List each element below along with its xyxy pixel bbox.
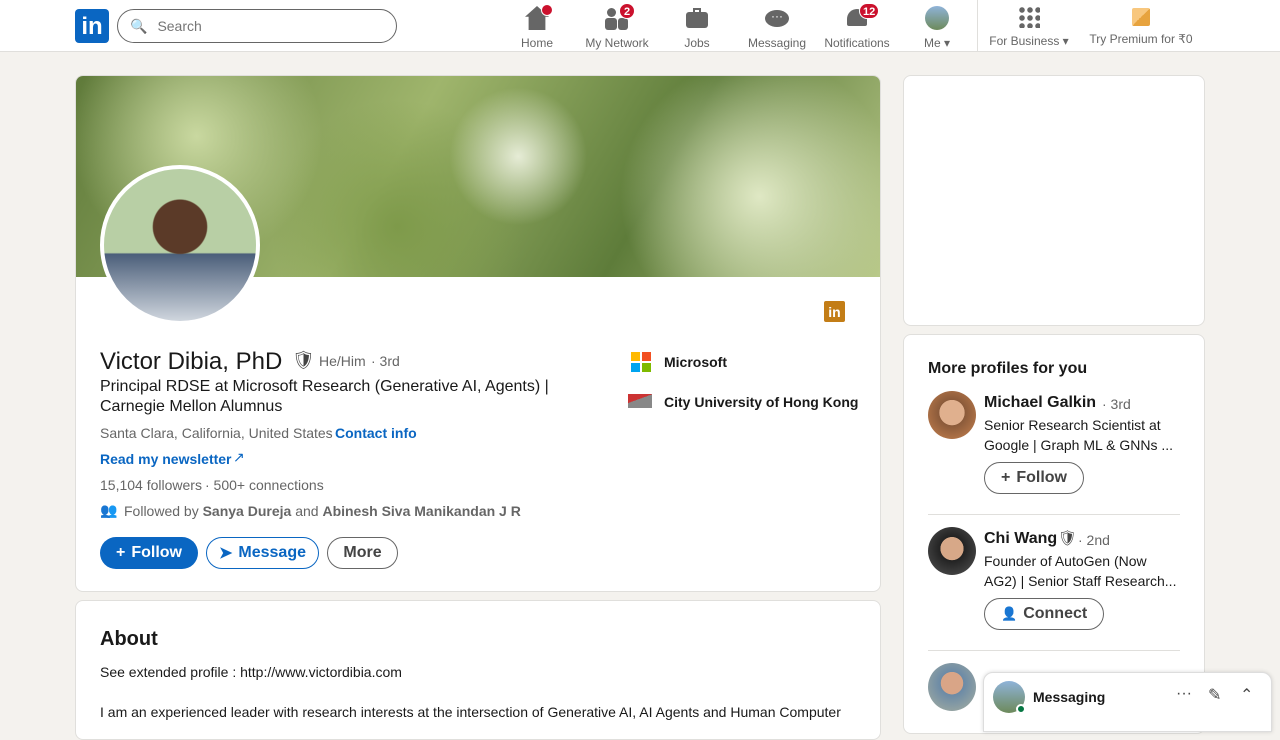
- and: and: [295, 503, 319, 519]
- nav-home[interactable]: Home: [497, 4, 577, 50]
- mutual-a: Sanya Dureja: [202, 503, 292, 519]
- nav-jobs[interactable]: Jobs: [657, 4, 737, 50]
- nav-my-network[interactable]: 2 My Network: [577, 3, 657, 50]
- person-headline: Senior Research Scientist at: [984, 417, 1161, 433]
- nav-label: Messaging: [747, 36, 807, 50]
- me-avatar: [925, 6, 949, 30]
- nav-label: Notifications: [824, 36, 890, 50]
- nav-label: Home: [520, 36, 553, 50]
- person-headline: Google | Graph ML & GNNs ...: [984, 437, 1174, 453]
- divider: [977, 0, 978, 52]
- divider: [928, 650, 1180, 651]
- degree: · 3rd: [1102, 396, 1131, 412]
- degree: · 2nd: [1078, 532, 1110, 548]
- separator: ·: [327, 425, 332, 441]
- about-title: About: [100, 628, 158, 650]
- more-options-icon[interactable]: ···: [1176, 685, 1192, 703]
- add-person-icon: 👤: [1001, 606, 1018, 621]
- messaging-bar[interactable]: Messaging ··· ✎ ⌃: [983, 672, 1272, 732]
- pronouns: He/Him: [319, 353, 366, 369]
- school[interactable]: City University of Hong Kong: [664, 394, 858, 410]
- more-button[interactable]: More: [327, 537, 398, 569]
- people-icon: 2: [605, 3, 635, 30]
- person-name[interactable]: Chi Wang: [984, 530, 1057, 548]
- person-headline: Founder of AutoGen (Now: [984, 553, 1147, 569]
- nav-messaging[interactable]: ··· Messaging: [737, 4, 817, 50]
- connections-count[interactable]: · 500+ connections: [205, 477, 324, 493]
- followed-prefix: Followed by: [124, 503, 199, 519]
- nav-me[interactable]: Me ▾: [897, 4, 977, 50]
- more-label: More: [343, 544, 382, 561]
- profile-photo[interactable]: [100, 165, 260, 325]
- nav-premium[interactable]: Try Premium for ₹0: [1086, 4, 1196, 46]
- nav-label: For Business: [989, 34, 1060, 48]
- about-text: See extended profile : http://www.victor…: [100, 664, 402, 680]
- compose-icon[interactable]: ✎: [1208, 685, 1221, 705]
- about-text: I am an experienced leader with research…: [100, 704, 841, 720]
- person-name[interactable]: Michael Galkin: [984, 394, 1096, 412]
- notifications-badge: 12: [859, 3, 880, 19]
- profile-avatar[interactable]: [928, 391, 976, 439]
- school-logo: [628, 394, 652, 408]
- nav-notifications[interactable]: 12 Notifications: [817, 3, 897, 50]
- linkedin-badge-icon: in: [824, 301, 845, 322]
- bell-icon: 12: [845, 3, 880, 30]
- follow-label: Follow: [131, 544, 182, 561]
- profile-avatar[interactable]: [928, 663, 976, 711]
- nav-label: Jobs: [684, 36, 710, 50]
- verified-icon: 🛡: [1058, 530, 1078, 547]
- top-nav: in 🔍 Home 2My Network Jobs ···Messaging …: [0, 0, 1280, 52]
- search-box[interactable]: 🔍: [117, 9, 397, 43]
- message-button[interactable]: ➤ Message: [206, 537, 319, 569]
- divider: [928, 514, 1180, 515]
- ad-card: [903, 75, 1205, 326]
- plus-icon: +: [1001, 469, 1011, 486]
- profile-avatar[interactable]: [928, 527, 976, 575]
- external-link-icon: ↗: [233, 449, 245, 465]
- button-label: Follow: [1016, 469, 1067, 486]
- search-icon: 🔍: [130, 17, 148, 34]
- online-status-icon: [1016, 704, 1026, 714]
- profile-card: in Victor Dibia, PhD 🛡 He/Him · 3rd Prin…: [75, 75, 881, 592]
- verified-icon: 🛡: [292, 350, 315, 370]
- microsoft-logo: [631, 352, 651, 372]
- connect-button[interactable]: 👤 Connect: [984, 598, 1105, 630]
- current-company[interactable]: Microsoft: [664, 354, 727, 370]
- followers-count[interactable]: 15,104 followers: [100, 477, 202, 493]
- chat-icon: ···: [765, 6, 789, 30]
- linkedin-logo[interactable]: in: [75, 9, 109, 43]
- profile-name: Victor Dibia, PhD: [100, 348, 283, 375]
- follow-person-button[interactable]: + Follow: [984, 462, 1084, 494]
- location: Santa Clara, California, United States: [100, 425, 333, 441]
- chevron-up-icon[interactable]: ⌃: [1240, 685, 1253, 705]
- plus-icon: +: [116, 544, 126, 561]
- grid-icon: [1018, 6, 1040, 28]
- mutual-b: Abinesh Siva Manikandan J R: [322, 503, 521, 519]
- message-label: Message: [238, 544, 306, 561]
- nav-for-business[interactable]: For Business ▾: [984, 4, 1074, 48]
- send-icon: ➤: [219, 545, 233, 562]
- search-input[interactable]: [157, 18, 378, 34]
- caret-down-icon: ▾: [943, 36, 951, 50]
- headline: Principal RDSE at Microsoft Research (Ge…: [100, 378, 549, 415]
- follow-button[interactable]: + Follow: [100, 537, 198, 569]
- nav-label: My Network: [585, 36, 649, 50]
- followed-by[interactable]: Followed by Sanya Dureja and Abinesh Siv…: [124, 503, 521, 519]
- network-badge: 2: [619, 3, 635, 19]
- about-card: About See extended profile : http://www.…: [75, 600, 881, 740]
- contact-info-link[interactable]: Contact info: [335, 425, 417, 441]
- nav-label: Try Premium for ₹0: [1089, 32, 1193, 46]
- caret-down-icon: ▾: [1062, 34, 1069, 48]
- briefcase-icon: [685, 6, 709, 30]
- nav-label: Me: [923, 36, 941, 50]
- people-icon: 👥: [100, 502, 118, 518]
- premium-icon: [1132, 8, 1150, 26]
- person-headline: AG2) | Senior Staff Research...: [984, 573, 1177, 589]
- newsletter-link[interactable]: Read my newsletter: [100, 451, 232, 467]
- button-label: Connect: [1023, 605, 1088, 622]
- messaging-label: Messaging: [1033, 689, 1106, 705]
- section-title: More profiles for you: [928, 360, 1088, 377]
- connection-degree: · 3rd: [371, 353, 400, 369]
